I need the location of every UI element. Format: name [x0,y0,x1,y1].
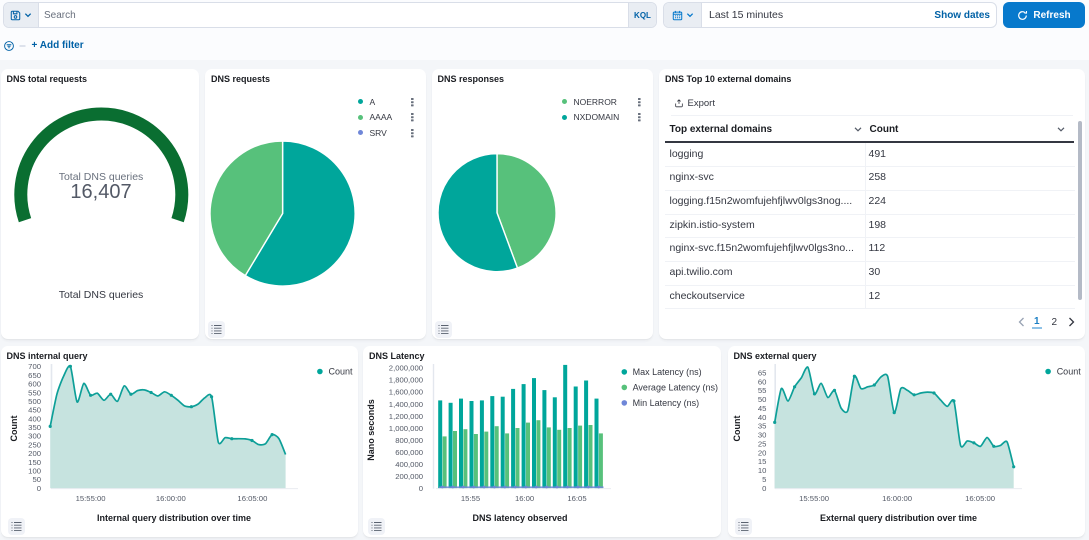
svg-text:Min Latency (ns): Min Latency (ns) [633,398,700,408]
svg-text:15:55: 15:55 [461,494,480,503]
svg-text:DNS latency observed: DNS latency observed [472,513,567,523]
svg-text:150: 150 [28,457,41,466]
svg-text:20: 20 [757,448,766,457]
svg-text:15:55:00: 15:55:00 [799,494,829,503]
svg-text:25: 25 [757,439,766,448]
svg-text:16:00: 16:00 [515,494,534,503]
svg-text:16:00:00: 16:00:00 [156,494,186,503]
svg-text:15: 15 [757,457,766,466]
svg-text:0: 0 [37,483,41,492]
svg-text:800,000: 800,000 [395,435,423,444]
svg-text:50: 50 [757,395,766,404]
svg-text:0: 0 [762,483,766,492]
svg-text:2,000,000: 2,000,000 [389,363,423,372]
svg-text:0: 0 [419,483,423,492]
svg-text:500: 500 [28,397,41,406]
svg-text:700: 700 [28,362,41,371]
svg-text:External query distribution ov: External query distribution over time [819,513,976,523]
svg-text:50: 50 [32,475,41,484]
svg-text:550: 550 [28,388,41,397]
svg-text:16:05: 16:05 [567,494,586,503]
svg-text:600: 600 [28,379,41,388]
svg-text:Total DNS queries: Total DNS queries [59,289,144,301]
svg-text:Count: Count [329,366,354,376]
svg-text:10: 10 [757,466,766,475]
svg-text:Count: Count [1056,366,1081,376]
svg-text:650: 650 [28,370,41,379]
svg-text:Nano seconds: Nano seconds [366,399,376,461]
svg-text:400,000: 400,000 [395,459,423,468]
svg-text:1,400,000: 1,400,000 [389,399,423,408]
svg-text:1,600,000: 1,600,000 [389,387,423,396]
svg-text:1,200,000: 1,200,000 [389,411,423,420]
svg-text:16:00:00: 16:00:00 [882,494,912,503]
svg-text:30: 30 [757,430,766,439]
svg-text:1,800,000: 1,800,000 [389,375,423,384]
svg-text:200: 200 [28,449,41,458]
svg-text:5: 5 [762,475,766,484]
svg-text:Count: Count [9,415,19,441]
svg-text:40: 40 [757,412,766,421]
svg-text:250: 250 [28,440,41,449]
svg-text:Internal query distribution ov: Internal query distribution over time [97,513,251,523]
svg-text:450: 450 [28,405,41,414]
svg-text:350: 350 [28,423,41,432]
svg-text:Average Latency (ns): Average Latency (ns) [633,382,718,392]
svg-text:400: 400 [28,414,41,423]
svg-text:1,000,000: 1,000,000 [389,423,423,432]
svg-text:16:05:00: 16:05:00 [965,494,995,503]
svg-text:16:05:00: 16:05:00 [237,494,267,503]
svg-text:35: 35 [757,421,766,430]
svg-text:300: 300 [28,431,41,440]
svg-text:45: 45 [757,403,766,412]
svg-text:15:55:00: 15:55:00 [76,494,106,503]
svg-text:65: 65 [757,368,766,377]
svg-text:100: 100 [28,466,41,475]
svg-text:200,000: 200,000 [395,471,423,480]
svg-text:16,407: 16,407 [70,181,131,203]
svg-text:Max Latency (ns): Max Latency (ns) [633,367,702,377]
svg-text:60: 60 [757,377,766,386]
svg-text:Count: Count [732,415,742,441]
svg-text:55: 55 [757,386,766,395]
svg-text:600,000: 600,000 [395,447,423,456]
